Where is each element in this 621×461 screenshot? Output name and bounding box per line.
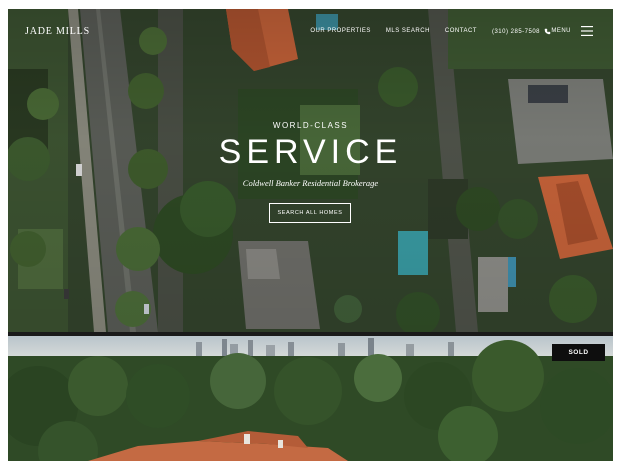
nav-link-our-properties[interactable]: OUR PROPERTIES: [310, 28, 371, 35]
phone-number[interactable]: (310) 285-7508: [492, 29, 540, 35]
nav-links: OUR PROPERTIES MLS SEARCH CONTACT (310) …: [310, 28, 551, 35]
sold-badge: SOLD: [552, 344, 605, 361]
menu-toggle[interactable]: MENU: [551, 26, 593, 36]
hero-eyebrow: WORLD-CLASS: [272, 121, 349, 130]
listing-photo: [8, 336, 613, 461]
hero-section: JADE MILLS OUR PROPERTIES MLS SEARCH CON…: [8, 9, 613, 332]
site-logo[interactable]: JADE MILLS: [25, 26, 90, 37]
nav-link-mls-search[interactable]: MLS SEARCH: [386, 28, 430, 35]
search-all-homes-button[interactable]: SEARCH ALL HOMES: [269, 203, 351, 223]
nav-link-contact[interactable]: CONTACT: [445, 28, 477, 35]
phone-icon: [544, 28, 551, 35]
hamburger-icon[interactable]: [581, 26, 593, 36]
page-frame: JADE MILLS OUR PROPERTIES MLS SEARCH CON…: [8, 9, 613, 461]
nav-phone[interactable]: (310) 285-7508: [492, 28, 551, 35]
hero-subline: Coldwell Banker Residential Brokerage: [242, 178, 379, 188]
top-navigation: JADE MILLS OUR PROPERTIES MLS SEARCH CON…: [8, 9, 613, 55]
sold-listing-card[interactable]: SOLD: [8, 336, 613, 461]
hero-headline: SERVICE: [218, 133, 403, 171]
menu-label[interactable]: MENU: [551, 28, 571, 34]
